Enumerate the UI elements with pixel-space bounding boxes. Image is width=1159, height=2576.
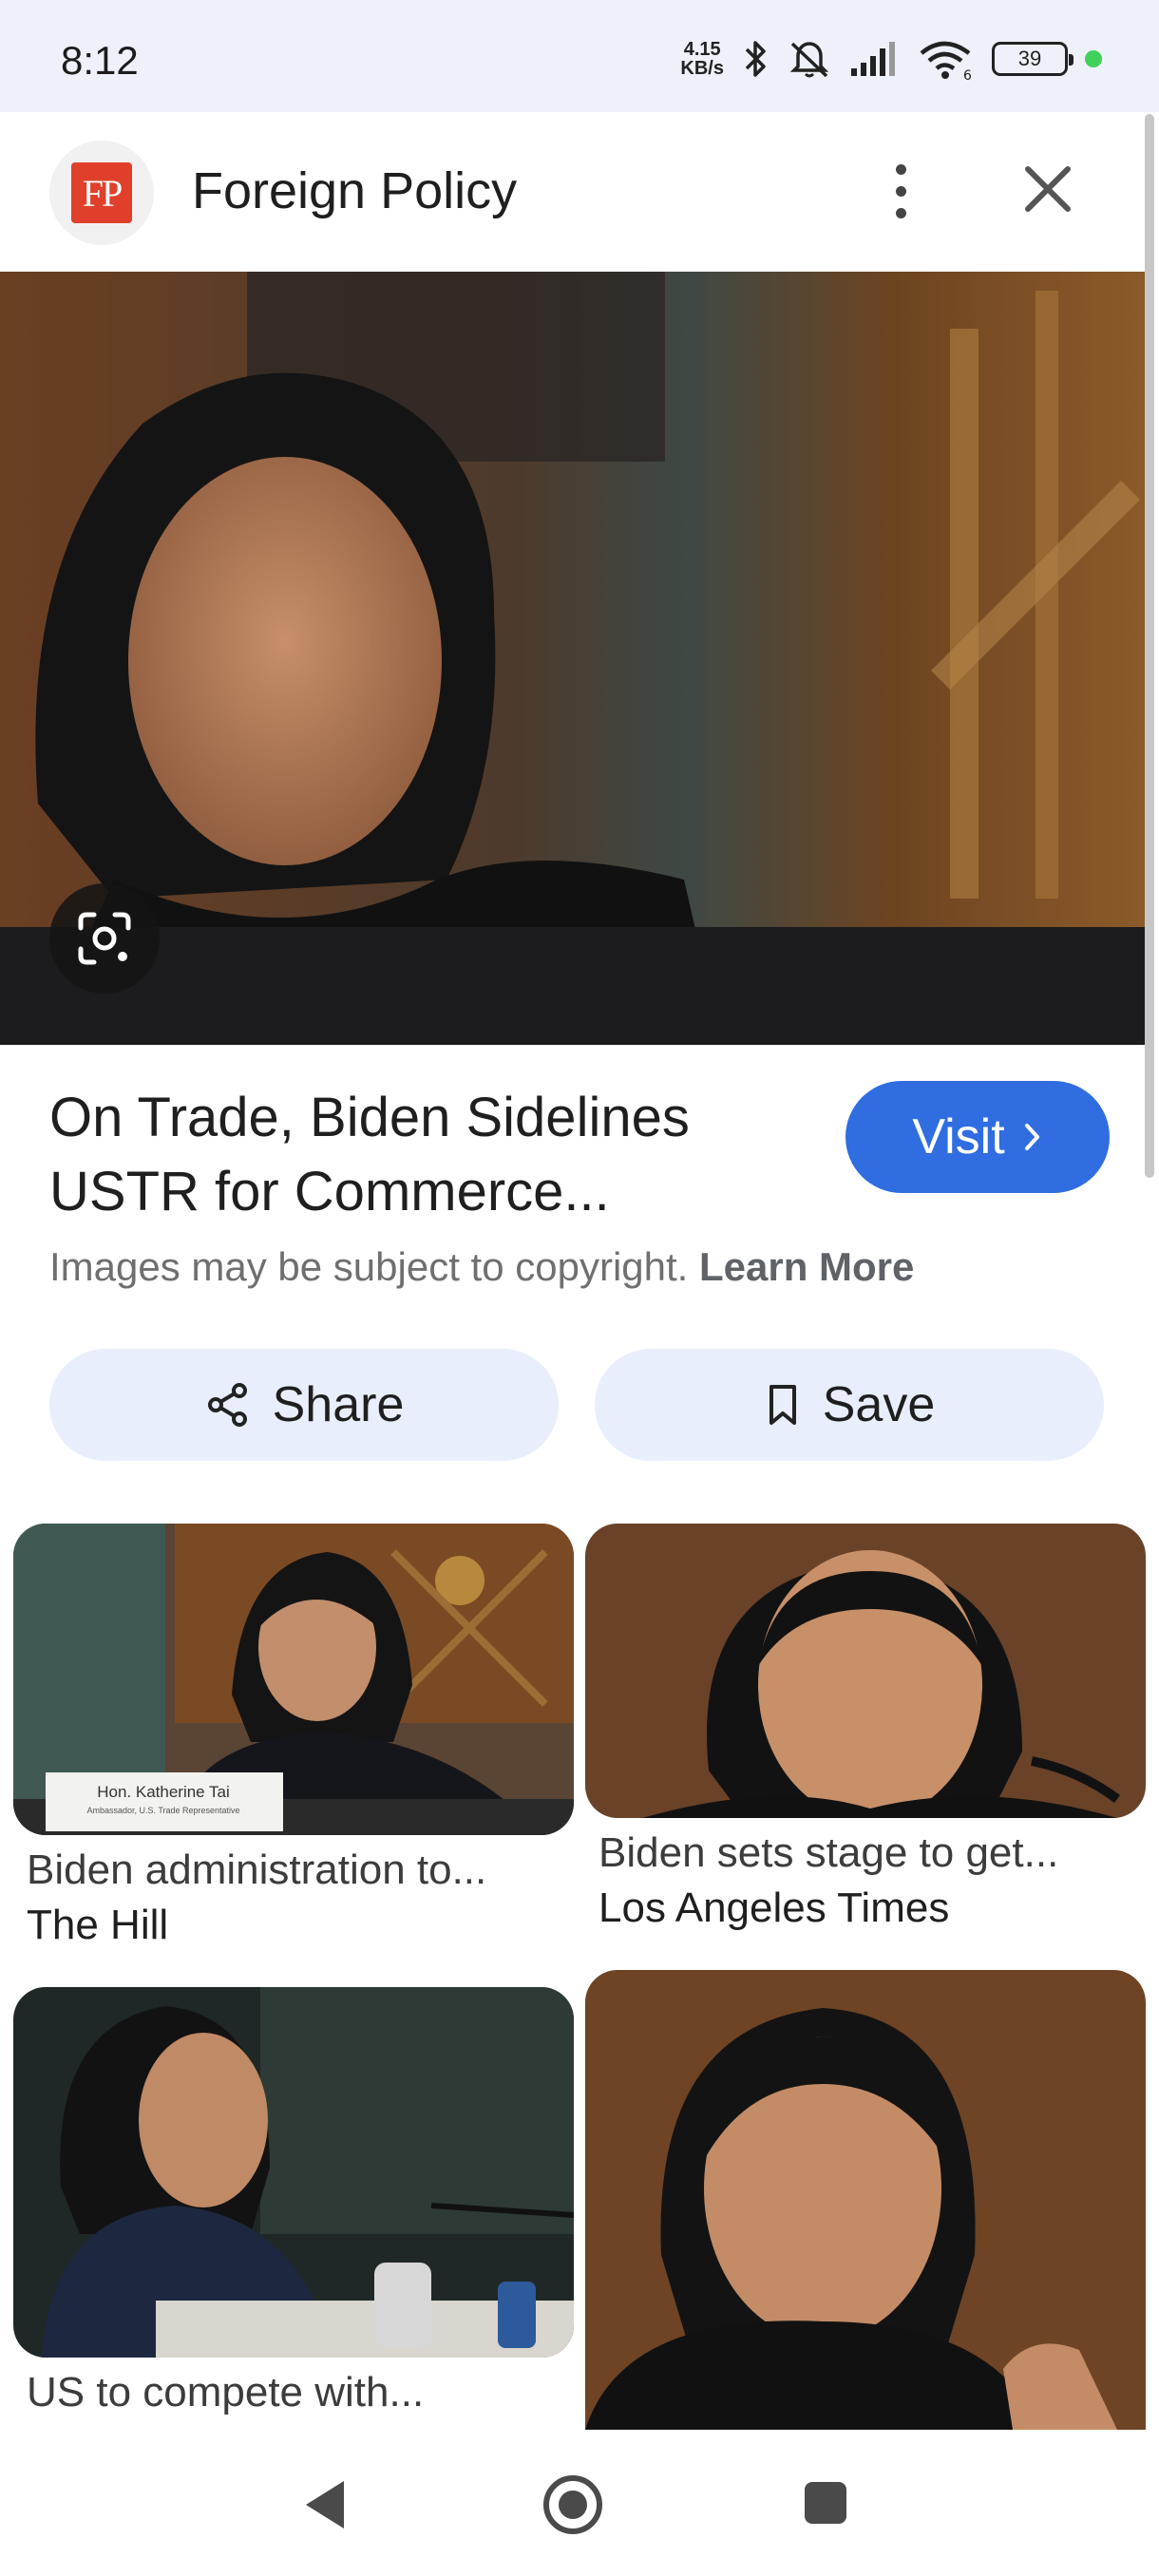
- related-card-source: The Hill: [27, 1902, 169, 1948]
- main-image[interactable]: [0, 272, 1145, 1045]
- site-name: Foreign Policy: [192, 162, 518, 219]
- google-lens-button[interactable]: [49, 883, 160, 994]
- result-title[interactable]: On Trade, Biden Sidelines USTR for Comme…: [49, 1081, 809, 1229]
- fp-logo-icon: FP: [71, 162, 132, 223]
- related-card[interactable]: Biden sets stage to get... Los Angeles T…: [585, 1524, 1146, 1932]
- net-speed-value: 4.15: [683, 39, 721, 60]
- more-options-button[interactable]: [872, 150, 929, 232]
- copyright-notice: Images may be subject to copyright. Lear…: [49, 1244, 914, 1290]
- main-image-photo: [0, 272, 1145, 1045]
- visit-label: Visit: [912, 1109, 1005, 1165]
- more-options-dot: [895, 207, 906, 218]
- battery-level: 39: [1017, 47, 1042, 70]
- battery-indicator: 39: [992, 42, 1074, 76]
- learn-more-link[interactable]: Learn More: [699, 1244, 914, 1289]
- nameplate-line2: Ambassador, U.S. Trade Representative: [86, 1806, 239, 1815]
- bell-muted-icon: [789, 42, 829, 78]
- related-card-title: US to compete with...: [27, 2369, 425, 2415]
- back-icon[interactable]: [300, 2475, 350, 2534]
- status-bar: 8:12 4.15 KB/s 6 39: [0, 0, 1159, 112]
- status-time: 8:12: [61, 38, 139, 83]
- scrollbar-thumb[interactable]: [1145, 114, 1154, 1178]
- result-title-line1: On Trade, Biden Sidelines: [49, 1087, 690, 1148]
- result-title-line2: USTR for Commerce...: [49, 1161, 610, 1222]
- related-card-image: [585, 1524, 1146, 1818]
- signal-icon: [851, 42, 895, 76]
- visit-button[interactable]: Visit: [846, 1081, 1110, 1193]
- related-card[interactable]: US to compete with...: [13, 1987, 574, 2416]
- related-card-title: Biden administration to...: [27, 1847, 487, 1893]
- related-photo-2: [585, 1524, 1146, 1818]
- chevron-right-icon: [1024, 1124, 1039, 1150]
- save-label: Save: [822, 1377, 936, 1432]
- more-options-dot: [895, 163, 906, 175]
- related-photo-3: [13, 1987, 574, 2358]
- related-card-image: [585, 1970, 1146, 2430]
- site-logo[interactable]: FP: [49, 141, 154, 245]
- copyright-text: Images may be subject to copyright.: [49, 1244, 689, 1289]
- lens-icon: [78, 912, 131, 965]
- related-card-source: Los Angeles Times: [598, 1885, 950, 1931]
- related-card[interactable]: [585, 1970, 1146, 2430]
- save-button[interactable]: Save: [595, 1349, 1104, 1461]
- network-speed: 4.15 KB/s: [680, 40, 724, 78]
- recents-icon[interactable]: [802, 2479, 849, 2527]
- bluetooth-icon: [745, 41, 766, 77]
- status-icons: 4.15 KB/s 6 39: [680, 34, 1102, 84]
- more-options-dot: [895, 185, 906, 197]
- related-photo-1: Hon. Katherine Tai Ambassador, U.S. Trad…: [13, 1524, 574, 1835]
- related-card[interactable]: Hon. Katherine Tai Ambassador, U.S. Trad…: [13, 1524, 574, 1949]
- nameplate-line1: Hon. Katherine Tai: [97, 1783, 230, 1801]
- net-speed-unit: KB/s: [680, 58, 724, 79]
- close-button[interactable]: [1015, 156, 1081, 222]
- related-card-image: Hon. Katherine Tai Ambassador, U.S. Trad…: [13, 1524, 574, 1835]
- related-photo-4: [585, 1970, 1146, 2430]
- share-label: Share: [272, 1377, 405, 1432]
- home-icon[interactable]: [542, 2473, 604, 2536]
- related-card-image: [13, 1987, 574, 2358]
- wifi-icon: 6: [920, 41, 972, 80]
- privacy-indicator-dot: [1085, 50, 1102, 67]
- wifi-label: 6: [963, 68, 972, 80]
- share-icon: [207, 1383, 247, 1427]
- related-card-title: Biden sets stage to get...: [598, 1829, 1059, 1876]
- system-navigation-bar: [0, 2430, 1159, 2576]
- bookmark-icon: [769, 1385, 796, 1425]
- app-header: FP Foreign Policy: [0, 112, 1159, 272]
- share-button[interactable]: Share: [49, 1349, 559, 1461]
